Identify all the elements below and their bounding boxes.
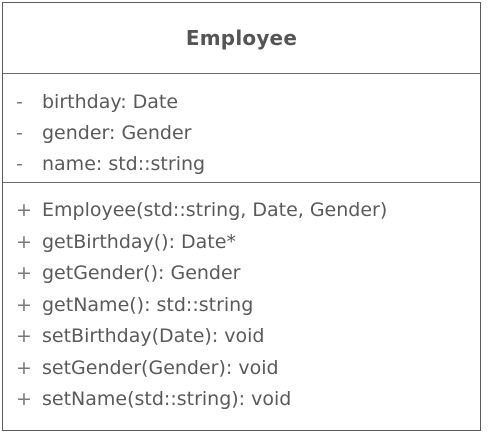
visibility-marker: + [16, 262, 32, 284]
operation-row: + getGender(): Gender [3, 258, 480, 290]
class-name: Employee [185, 26, 298, 50]
operation-signature: setBirthday(Date): void [42, 325, 265, 347]
visibility-marker: + [16, 388, 32, 410]
attributes-compartment: - birthday: Date - gender: Gender - name… [3, 74, 480, 183]
operation-signature: setName(std::string): void [42, 388, 292, 410]
operation-row: + setName(std::string): void [3, 384, 480, 416]
attribute-signature: name: std::string [42, 153, 206, 175]
uml-class-box: Employee - birthday: Date - gender: Gend… [2, 2, 481, 431]
operation-row: + setBirthday(Date): void [3, 321, 480, 353]
class-name-compartment: Employee [3, 3, 480, 74]
attribute-row: - name: std::string [3, 149, 480, 180]
visibility-marker: - [16, 153, 23, 175]
attribute-signature: gender: Gender [42, 122, 192, 144]
visibility-marker: - [16, 122, 23, 144]
visibility-marker: + [16, 356, 32, 379]
operation-signature: getGender(): Gender [42, 262, 241, 284]
operation-row: + getBirthday(): Date* [3, 227, 480, 259]
attribute-row: - gender: Gender [3, 118, 480, 149]
visibility-marker: + [16, 199, 32, 221]
operations-compartment: + Employee(std::string, Date, Gender) + … [3, 183, 480, 416]
operation-signature: getName(): std::string [42, 293, 254, 316]
visibility-marker: - [16, 91, 23, 113]
operation-row: + Employee(std::string, Date, Gender) [3, 195, 480, 227]
operation-signature: getBirthday(): Date* [42, 230, 236, 253]
operation-signature: setGender(Gender): void [42, 356, 279, 379]
operation-signature: Employee(std::string, Date, Gender) [42, 199, 388, 221]
visibility-marker: + [16, 293, 32, 316]
attribute-signature: birthday: Date [42, 91, 179, 113]
operation-row: + setGender(Gender): void [3, 353, 480, 385]
visibility-marker: + [16, 230, 32, 253]
operation-row: + getName(): std::string [3, 290, 480, 322]
visibility-marker: + [16, 325, 32, 347]
attribute-row: - birthday: Date [3, 87, 480, 118]
